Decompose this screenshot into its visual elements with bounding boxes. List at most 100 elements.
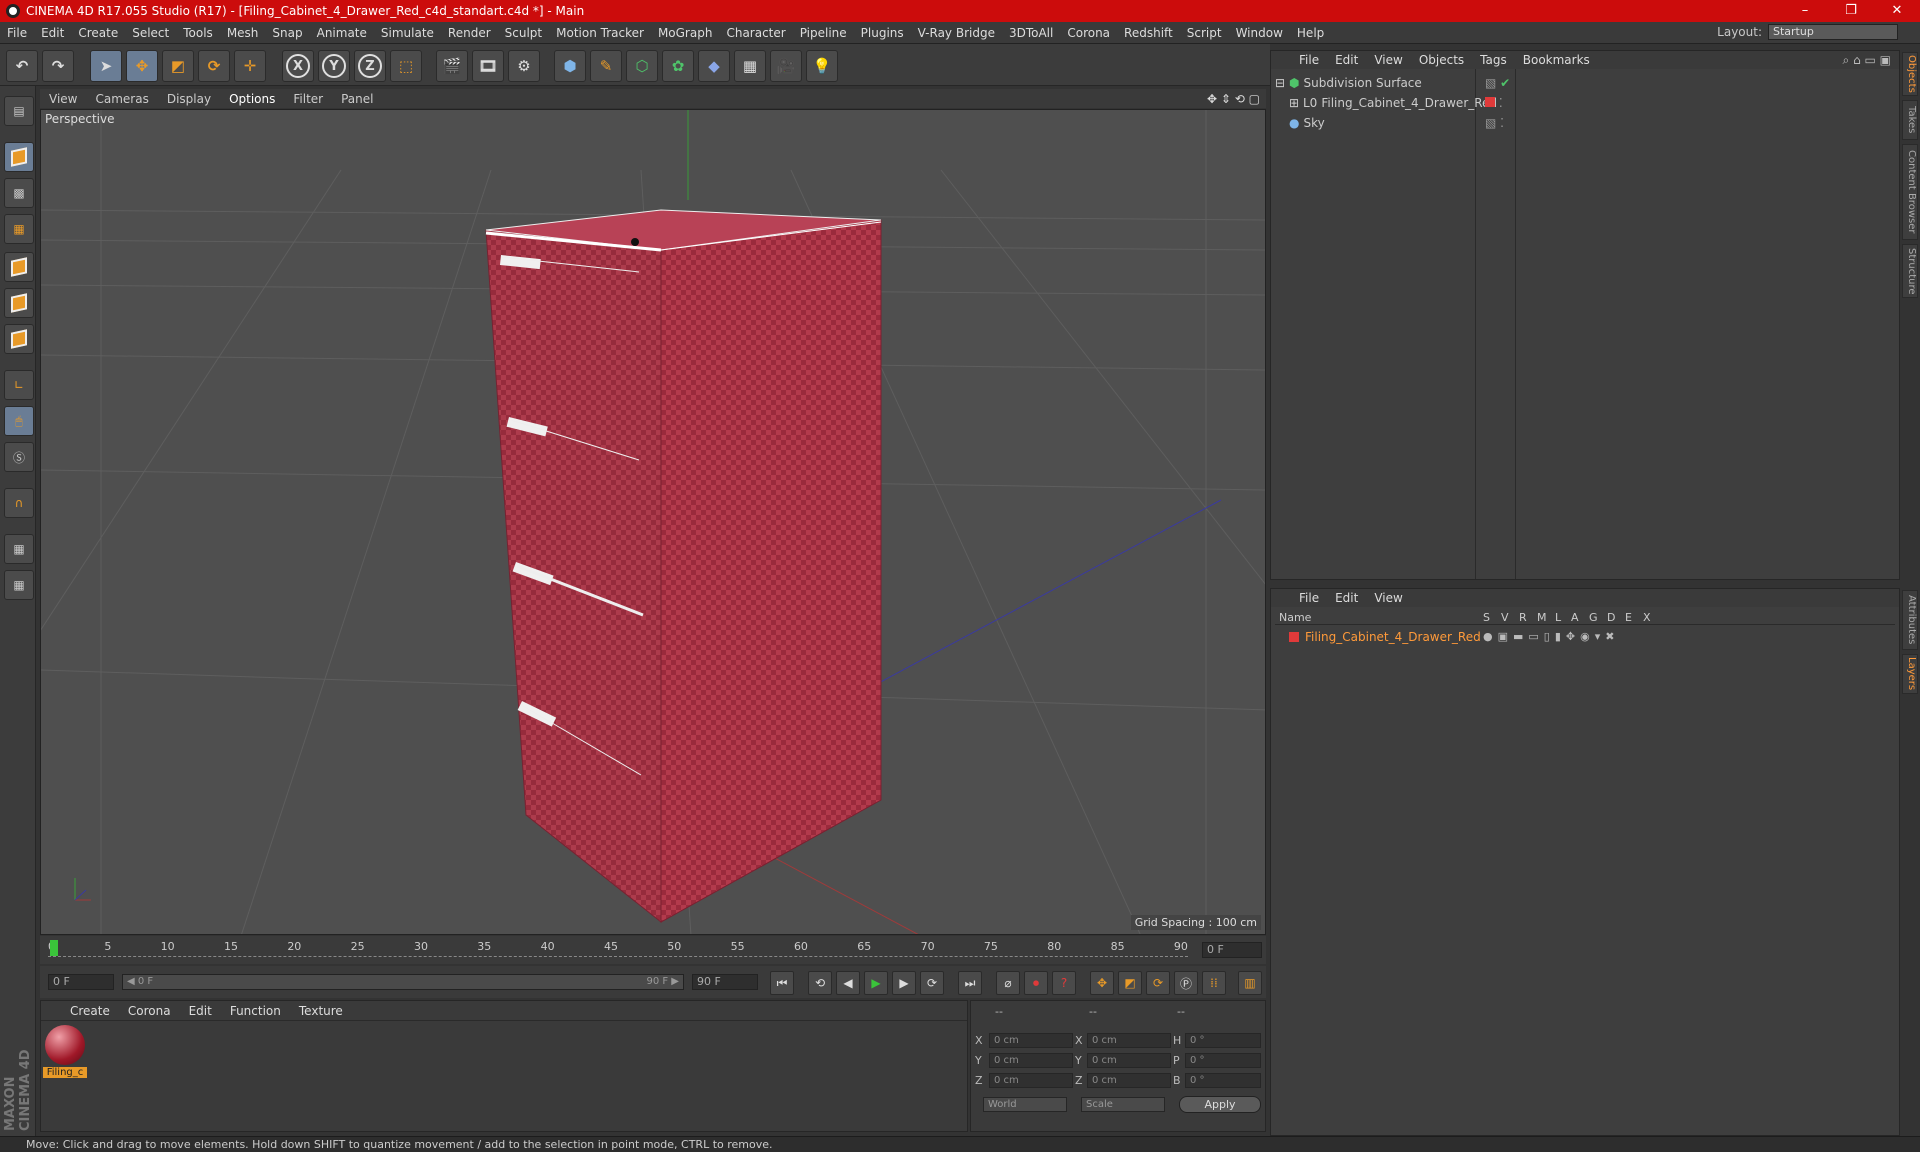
add-camera-button[interactable]: 🎥	[770, 50, 802, 82]
menu-window[interactable]: Window	[1229, 26, 1290, 40]
menu-animate[interactable]: Animate	[310, 26, 374, 40]
column-locked[interactable]: L	[1555, 611, 1561, 624]
rotation-h-field[interactable]: 0 °	[1185, 1033, 1261, 1048]
maximize-button[interactable]: ❐	[1828, 0, 1874, 22]
perspective-viewport[interactable]: Perspective Grid Spacing : 100 cm	[40, 109, 1266, 935]
tab-content-browser[interactable]: Content Browser	[1902, 144, 1918, 240]
close-button[interactable]: ✕	[1874, 0, 1920, 22]
coordinate-system-button[interactable]: ⬚	[390, 50, 422, 82]
tab-layers[interactable]: Layers	[1902, 654, 1918, 694]
object-row-sky[interactable]: ● Sky ▧ ⁚	[1275, 113, 1895, 132]
workplane-mode-button[interactable]: ▦	[4, 214, 34, 244]
objects-menu-tags[interactable]: Tags	[1472, 53, 1515, 67]
texture-mode-button[interactable]: ▩	[4, 178, 34, 208]
select-tool-button[interactable]: ➤	[90, 50, 122, 82]
tab-takes[interactable]: Takes	[1902, 100, 1918, 140]
column-generators[interactable]: G	[1589, 611, 1598, 624]
render-view-button[interactable]: 🎬	[436, 50, 468, 82]
go-to-start-button[interactable]: ⏮	[770, 971, 794, 995]
render-settings-button[interactable]: ⚙	[508, 50, 540, 82]
points-mode-button[interactable]	[4, 252, 34, 282]
filing-cabinet-model[interactable]	[485, 209, 882, 924]
size-z-field[interactable]: 0 cm	[1087, 1073, 1171, 1088]
y-axis-button[interactable]: Y	[318, 50, 350, 82]
play-button[interactable]: ▶	[864, 971, 888, 995]
menu-redshift[interactable]: Redshift	[1117, 26, 1180, 40]
collapse-icon[interactable]: ⊟	[1275, 76, 1285, 90]
menu-3dtoall[interactable]: 3DToAll	[1002, 26, 1060, 40]
render-picture-viewer-button[interactable]: 🎞	[472, 50, 504, 82]
undo-button[interactable]: ↶	[6, 50, 38, 82]
coordinate-space-dropdown[interactable]: World	[983, 1097, 1067, 1112]
previous-frame-button[interactable]: ◀	[836, 971, 860, 995]
size-y-field[interactable]: 0 cm	[1087, 1053, 1171, 1068]
search-icon[interactable]: ⌕ ⌂ ▭ ▣	[1843, 53, 1891, 68]
menu-snap[interactable]: Snap	[265, 26, 309, 40]
layers-menu-view[interactable]: View	[1366, 591, 1410, 605]
polygons-mode-button[interactable]	[4, 324, 34, 354]
layer-color-swatch[interactable]	[1289, 631, 1299, 642]
lock-workplane-button[interactable]: ▦	[4, 534, 34, 564]
add-light-button[interactable]: 💡	[806, 50, 838, 82]
autokey-button[interactable]: ?	[1052, 971, 1076, 995]
redo-button[interactable]: ↷	[42, 50, 74, 82]
position-x-field[interactable]: 0 cm	[989, 1033, 1073, 1048]
magnet-button[interactable]: ∩	[4, 488, 34, 518]
column-view[interactable]: V	[1501, 611, 1509, 624]
viewport-menu-options[interactable]: Options	[220, 92, 284, 106]
current-frame-field[interactable]: 0 F	[1202, 942, 1262, 958]
column-name[interactable]: Name	[1279, 611, 1311, 624]
add-deformer-button[interactable]: ◆	[698, 50, 730, 82]
objects-menu-objects[interactable]: Objects	[1411, 53, 1472, 67]
objects-menu-view[interactable]: View	[1366, 53, 1410, 67]
column-xref[interactable]: X	[1643, 611, 1651, 624]
visibility-dots-icon[interactable]: ▧ ⁚	[1485, 116, 1504, 130]
tab-objects[interactable]: Objects	[1902, 52, 1918, 96]
minimize-button[interactable]: –	[1782, 0, 1828, 22]
objects-menu-edit[interactable]: Edit	[1327, 53, 1366, 67]
material-menu-edit[interactable]: Edit	[180, 1004, 221, 1018]
x-axis-button[interactable]: X	[282, 50, 314, 82]
add-cube-button[interactable]: ⬢	[554, 50, 586, 82]
viewport-menu-filter[interactable]: Filter	[284, 92, 332, 106]
menu-sculpt[interactable]: Sculpt	[498, 26, 549, 40]
material-menu-create[interactable]: Create	[61, 1004, 119, 1018]
expand-icon[interactable]: ⊞	[1289, 96, 1299, 110]
layer-toggle-icons[interactable]: ●▣▬▭▯▮✥◉▾✖	[1483, 630, 1619, 643]
next-frame-button[interactable]: ▶	[892, 971, 916, 995]
menu-character[interactable]: Character	[719, 26, 792, 40]
record-button[interactable]: ⏺	[1024, 971, 1048, 995]
live-select-button[interactable]: ✛	[234, 50, 266, 82]
objects-menu-file[interactable]: File	[1291, 53, 1327, 67]
object-row-filing-cabinet[interactable]: ⊞ L0 Filing_Cabinet_4_Drawer_Red ⁚	[1275, 93, 1895, 112]
keyframe-mode-button[interactable]: ⌀	[996, 971, 1020, 995]
column-expressions[interactable]: E	[1625, 611, 1632, 624]
material-menu-corona[interactable]: Corona	[119, 1004, 180, 1018]
apply-button[interactable]: Apply	[1179, 1096, 1261, 1113]
menu-edit[interactable]: Edit	[34, 26, 71, 40]
layers-menu-edit[interactable]: Edit	[1327, 591, 1366, 605]
key-scale-button[interactable]: ◩	[1118, 971, 1142, 995]
menu-corona[interactable]: Corona	[1060, 26, 1117, 40]
menu-help[interactable]: Help	[1290, 26, 1331, 40]
position-z-field[interactable]: 0 cm	[989, 1073, 1073, 1088]
frame-range-slider[interactable]: ◀ 0 F 90 F ▶	[122, 974, 684, 990]
tweak-mode-button[interactable]: 🖱	[4, 406, 34, 436]
menu-simulate[interactable]: Simulate	[374, 26, 441, 40]
timeline-ruler[interactable]: 0 5 10 15 20 25 30 35 40 45 50 55 60 65 …	[40, 936, 1266, 964]
material-swatch[interactable]: Filing_c	[43, 1025, 87, 1081]
viewport-menu-view[interactable]: View	[40, 92, 86, 106]
timeline-window-button[interactable]: ▥	[1238, 971, 1262, 995]
snap-button[interactable]: Ⓢ	[4, 442, 34, 472]
viewport-menu-display[interactable]: Display	[158, 92, 220, 106]
menu-render[interactable]: Render	[441, 26, 498, 40]
model-mode-button[interactable]	[4, 142, 34, 172]
tab-structure[interactable]: Structure	[1902, 244, 1918, 298]
menu-file[interactable]: File	[0, 26, 34, 40]
material-menu-function[interactable]: Function	[221, 1004, 290, 1018]
workplane-rotate-button[interactable]: ▦	[4, 570, 34, 600]
next-key-button[interactable]: ⟳	[920, 971, 944, 995]
menu-script[interactable]: Script	[1180, 26, 1229, 40]
layer-row[interactable]: Filing_Cabinet_4_Drawer_Red ●▣▬▭▯▮✥◉▾✖	[1275, 627, 1895, 646]
visibility-dots-icon[interactable]: ▧ ✔	[1485, 76, 1510, 90]
